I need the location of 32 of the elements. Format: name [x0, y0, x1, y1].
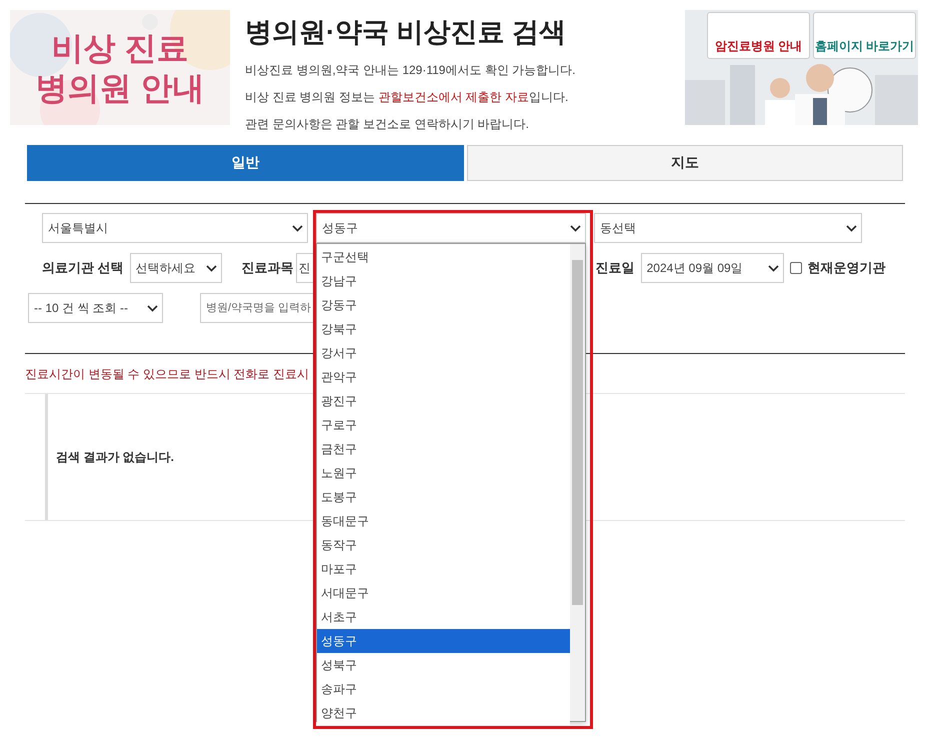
field-label: 의료기관 선택	[42, 259, 124, 277]
chevron-icon	[570, 224, 581, 232]
tab[interactable]: 일반	[27, 145, 464, 181]
dropdown-option[interactable]: 양천구	[317, 701, 570, 725]
info-text: 비상 진료 병의원 정보는 관할보건소에서 제출한 자료입니다.	[245, 89, 570, 106]
notice-text: 진료시간이 변동될 수 있으므로 반드시 전화로 진료시	[25, 366, 310, 383]
checkbox-label: 현재운영기관	[808, 259, 886, 277]
scrollbar[interactable]	[570, 244, 585, 721]
region-select[interactable]: 성동구	[316, 213, 586, 243]
chevron-icon	[147, 304, 158, 312]
field-label: 진료과목	[242, 259, 294, 277]
chevron-icon	[206, 264, 217, 272]
banner-link[interactable]: 암진료병원 안내	[707, 12, 810, 59]
date-select[interactable]: 2024년 09월 09일	[640, 253, 784, 283]
info-text: 관련 문의사항은 관할 보건소로 연락하시기 바랍니다.	[245, 116, 530, 133]
field-label: 진료일	[596, 259, 635, 277]
page-title: 병의원·약국 비상진료 검색	[245, 16, 567, 49]
chevron-icon	[846, 224, 857, 232]
banner-text: 병의원 안내	[36, 68, 204, 108]
dropdown-option[interactable]: 성동구	[317, 629, 570, 653]
chevron-icon	[292, 224, 303, 232]
institution-select[interactable]: 선택하세요	[130, 253, 222, 283]
checkbox[interactable]	[790, 262, 802, 274]
region-select[interactable]: 동선택	[594, 213, 862, 243]
region-select[interactable]: 서울특별시	[42, 213, 308, 243]
info-text: 비상진료 병의원,약국 안내는 129·119에서도 확인 가능합니다.	[245, 62, 576, 79]
empty-message: 검색 결과가 없습니다.	[56, 448, 174, 466]
tab[interactable]: 지도	[466, 145, 903, 181]
banner-link[interactable]: 홈페이지 바로가기	[813, 12, 916, 59]
banner-text: 비상 진료	[52, 28, 188, 68]
page-size-select[interactable]: -- 10 건 씩 조회 --	[28, 293, 163, 323]
chevron-icon	[768, 264, 779, 272]
